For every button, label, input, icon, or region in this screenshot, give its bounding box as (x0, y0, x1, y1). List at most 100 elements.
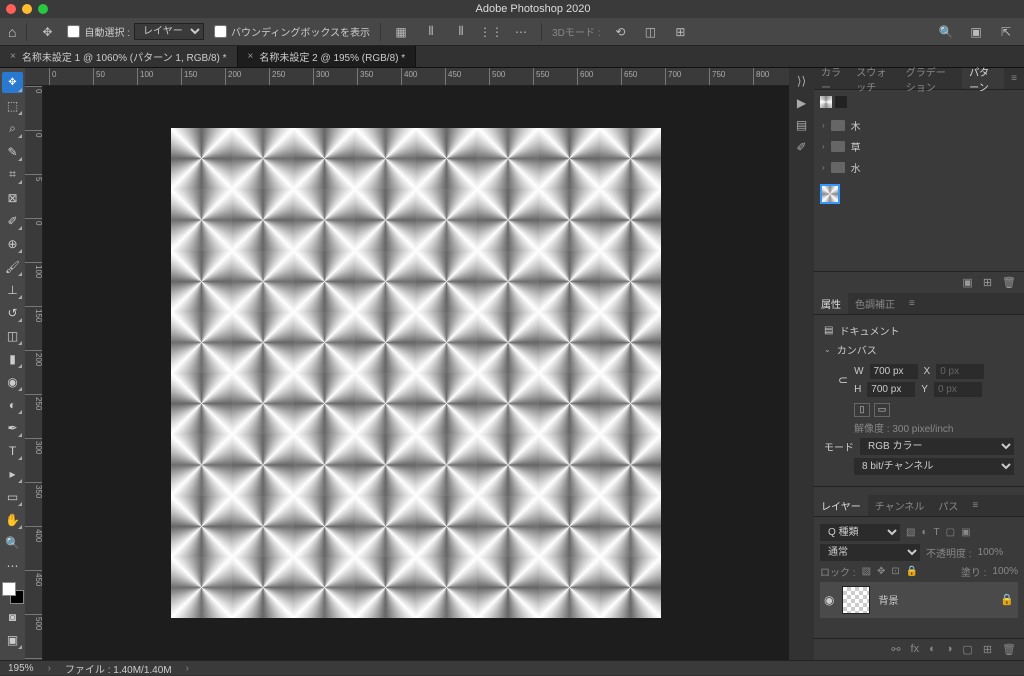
new-layer-icon[interactable]: ⊞ (983, 643, 992, 656)
share-icon[interactable]: ⇱ (996, 22, 1016, 42)
tab-paths[interactable]: パス (931, 495, 965, 516)
auto-select-dropdown[interactable]: レイヤー (134, 23, 204, 40)
new-preset-icon[interactable]: ⊞ (983, 276, 992, 289)
lock-pixels-icon[interactable]: ▧ (862, 566, 871, 577)
filter-smart-icon[interactable]: ▣ (961, 527, 970, 538)
document-tab[interactable]: × 名称未設定 2 @ 195% (RGB/8) * (238, 46, 417, 67)
pattern-group[interactable]: ›草 (820, 136, 1018, 157)
filter-type-icon[interactable]: T (934, 527, 940, 538)
quick-mask-icon[interactable]: ◙ (2, 606, 23, 627)
layer-thumbnail[interactable] (842, 586, 870, 614)
link-layers-icon[interactable]: ⚯ (891, 643, 900, 656)
lock-icon[interactable]: 🔒 (1000, 593, 1014, 606)
filter-pixel-icon[interactable]: ▧ (906, 527, 915, 538)
save-preset-icon[interactable]: ▣ (962, 276, 972, 289)
expand-strip-icon[interactable]: ⟩⟩ (797, 74, 806, 88)
lock-position-icon[interactable]: ✥ (877, 566, 885, 577)
gradient-tool[interactable]: ▮ (2, 348, 23, 369)
ruler-horizontal[interactable]: 0501001502002503003504004505005506006507… (25, 68, 789, 86)
pan-3d-icon[interactable]: ◫ (640, 22, 660, 42)
file-size[interactable]: ファイル : 1.40M/1.40M (65, 661, 172, 676)
x-field[interactable] (936, 364, 984, 379)
healing-tool[interactable]: ⊕ (2, 233, 23, 254)
pen-tool[interactable]: ✒ (2, 417, 23, 438)
tab-properties[interactable]: 属性 (814, 293, 848, 314)
layer-name[interactable]: 背景 (878, 592, 898, 607)
bit-depth-dropdown[interactable]: 8 bit/チャンネル (854, 458, 1014, 475)
color-swatches[interactable] (2, 582, 24, 604)
orbit-3d-icon[interactable]: ⟲ (610, 22, 630, 42)
tab-layers[interactable]: レイヤー (814, 495, 868, 516)
lock-all-icon[interactable]: 🔒 (906, 566, 918, 577)
path-select-tool[interactable]: ▸ (2, 463, 23, 484)
lasso-tool[interactable]: ⌕ (2, 118, 23, 139)
align-right-icon[interactable]: ⫴ (451, 22, 471, 42)
close-window-icon[interactable] (6, 4, 16, 14)
frame-tool[interactable]: ⊠ (2, 187, 23, 208)
minimize-window-icon[interactable] (22, 4, 32, 14)
group-icon[interactable]: ▢ (962, 643, 972, 656)
hand-tool[interactable]: ✋ (2, 509, 23, 530)
adjustment-layer-icon[interactable]: ◑ (946, 643, 953, 656)
tab-color[interactable]: カラー (814, 68, 849, 89)
pattern-group[interactable]: ›木 (820, 115, 1018, 136)
learn-icon[interactable]: ▤ (796, 118, 807, 132)
zoom-tool[interactable]: 🔍 (2, 532, 23, 553)
width-field[interactable] (870, 364, 918, 379)
delete-preset-icon[interactable]: 🗑 (1002, 276, 1016, 289)
crop-tool[interactable]: ⌗ (2, 164, 23, 185)
tab-adjustments[interactable]: 色調補正 (848, 293, 902, 314)
height-field[interactable] (867, 382, 915, 397)
close-tab-icon[interactable]: × (248, 51, 254, 62)
auto-select-checkbox[interactable] (67, 25, 80, 38)
filter-adjust-icon[interactable]: ◐ (921, 527, 927, 538)
panel-menu-icon[interactable]: ≡ (1004, 68, 1024, 89)
search-icon[interactable]: 🔍 (936, 22, 956, 42)
bbox-checkbox[interactable] (214, 25, 227, 38)
fill-value[interactable]: 100% (992, 566, 1018, 577)
visibility-icon[interactable]: ◉ (824, 593, 834, 607)
filter-shape-icon[interactable]: ▢ (946, 527, 955, 538)
home-icon[interactable]: ⌂ (8, 24, 16, 40)
more-align-icon[interactable]: ⋯ (511, 22, 531, 42)
tab-gradient[interactable]: グラデーション (899, 68, 962, 89)
align-center-icon[interactable]: ⫴ (421, 22, 441, 42)
slide-3d-icon[interactable]: ⊞ (670, 22, 690, 42)
fg-color-swatch[interactable] (2, 582, 16, 596)
shape-tool[interactable]: ▭ (2, 486, 23, 507)
close-tab-icon[interactable]: × (10, 51, 16, 62)
tab-swatch[interactable]: スウォッチ (849, 68, 898, 89)
dodge-tool[interactable]: ◐ (2, 394, 23, 415)
quick-select-tool[interactable]: ✎ (2, 141, 23, 162)
edit-toolbar[interactable]: ⋯ (2, 555, 23, 576)
canvas-viewport[interactable] (43, 86, 789, 660)
document-canvas[interactable] (171, 128, 661, 618)
history-brush-tool[interactable]: ↺ (2, 302, 23, 323)
blur-tool[interactable]: ◉ (2, 371, 23, 392)
marquee-tool[interactable]: ⬚ (2, 95, 23, 116)
distribute-icon[interactable]: ⋮⋮ (481, 22, 501, 42)
pattern-group[interactable]: ›水 (820, 157, 1018, 178)
workspace-icon[interactable]: ▣ (966, 22, 986, 42)
y-field[interactable] (934, 382, 982, 397)
eraser-tool[interactable]: ◫ (2, 325, 23, 346)
type-tool[interactable]: T (2, 440, 23, 461)
ruler-vertical[interactable]: 0050100150200250300350400450500550 (25, 86, 43, 660)
layer-row[interactable]: ◉ 背景 🔒 (820, 582, 1018, 618)
stamp-tool[interactable]: ⊥ (2, 279, 23, 300)
screen-mode-icon[interactable]: ▣ (2, 629, 23, 650)
play-icon[interactable]: ▶ (797, 96, 806, 110)
color-mode-dropdown[interactable]: RGB カラー (860, 438, 1014, 455)
link-dimensions-icon[interactable]: ⊂ (838, 373, 848, 387)
zoom-window-icon[interactable] (38, 4, 48, 14)
blend-mode-dropdown[interactable]: 通常 (820, 544, 920, 561)
layer-filter-dropdown[interactable]: Q 種類 (820, 524, 900, 541)
layer-fx-icon[interactable]: fx (911, 643, 920, 656)
selected-pattern-thumb[interactable] (820, 184, 840, 204)
eyedropper-tool[interactable]: ✐ (2, 210, 23, 231)
panel-menu-icon[interactable]: ≡ (902, 293, 922, 314)
move-tool[interactable]: ✥ (2, 72, 23, 93)
brush-tool[interactable]: 🖌 (2, 256, 23, 277)
zoom-level[interactable]: 195% (8, 663, 34, 674)
document-tab[interactable]: × 名称未設定 1 @ 1060% (パターン 1, RGB/8) * (0, 46, 238, 67)
